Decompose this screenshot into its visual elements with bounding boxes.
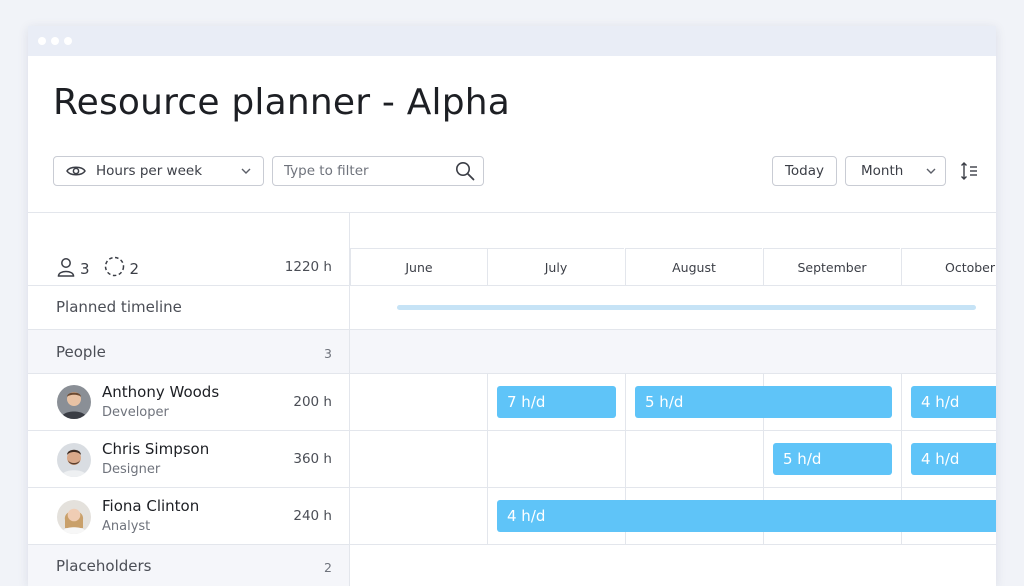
- allocation-bar[interactable]: 4 h/d: [497, 500, 996, 532]
- person-name: Fiona Clinton: [102, 497, 200, 515]
- allocation-bar[interactable]: 5 h/d: [635, 386, 892, 418]
- month-header: June: [350, 248, 487, 285]
- period-dropdown[interactable]: Month: [845, 156, 946, 186]
- month-header: August: [625, 248, 762, 285]
- month-grid-line: [487, 373, 488, 544]
- column-divider: [349, 212, 350, 586]
- allocation-bar[interactable]: 7 h/d: [497, 386, 616, 418]
- total-hours: 1220 h: [284, 259, 332, 275]
- person-role: Developer: [102, 405, 169, 420]
- person-role: Designer: [102, 462, 161, 477]
- sort-icon[interactable]: [960, 162, 978, 184]
- placeholders-group-label: Placeholders: [56, 557, 152, 575]
- allocation-bar[interactable]: 4 h/d: [911, 386, 996, 418]
- avatar: [57, 443, 91, 477]
- person-role: Analyst: [102, 519, 151, 534]
- chevron-down-icon: [241, 168, 251, 174]
- window-dot-1: [38, 37, 46, 45]
- people-group-label: People: [56, 343, 106, 361]
- placeholders-group-row[interactable]: Placeholders 2: [28, 544, 996, 586]
- allocation-bar[interactable]: 5 h/d: [773, 443, 892, 475]
- placeholder-icon: [104, 256, 125, 281]
- person-name: Chris Simpson: [102, 440, 210, 458]
- search-icon[interactable]: [455, 161, 475, 181]
- resource-summary: 3 2: [57, 256, 153, 281]
- chevron-down-icon: [926, 168, 936, 174]
- avatar: [57, 500, 91, 534]
- filter-field[interactable]: [272, 156, 484, 186]
- view-mode-label: Hours per week: [96, 163, 203, 179]
- people-count: 3: [80, 259, 90, 278]
- view-mode-dropdown[interactable]: Hours per week: [53, 156, 264, 186]
- people-group-row[interactable]: People 3: [28, 329, 996, 373]
- placeholder-count: 2: [129, 259, 140, 278]
- planned-timeline-label: Planned timeline: [56, 298, 182, 316]
- person-hours: 200 h: [293, 394, 332, 410]
- period-label: Month: [861, 163, 904, 179]
- eye-icon: [66, 164, 86, 178]
- page-title: Resource planner - Alpha: [53, 82, 511, 123]
- person-name: Anthony Woods: [102, 383, 220, 401]
- person-hours: 240 h: [293, 508, 332, 524]
- month-header: September: [763, 248, 900, 285]
- grid-top-border: [28, 212, 996, 213]
- filter-input[interactable]: [284, 163, 455, 179]
- month-header: July: [487, 248, 624, 285]
- window-dot-3: [64, 37, 72, 45]
- person-hours: 360 h: [293, 451, 332, 467]
- month-header: October: [901, 248, 996, 285]
- person-icon: [57, 257, 75, 281]
- planned-timeline-bar[interactable]: [397, 305, 976, 310]
- today-button[interactable]: Today: [772, 156, 837, 186]
- window-titlebar: [28, 26, 996, 56]
- app-window: Resource planner - Alpha Hours per week …: [28, 26, 996, 586]
- allocation-bar[interactable]: 4 h/d: [911, 443, 996, 475]
- avatar: [57, 385, 91, 419]
- window-dot-2: [51, 37, 59, 45]
- people-group-count: 3: [324, 346, 332, 361]
